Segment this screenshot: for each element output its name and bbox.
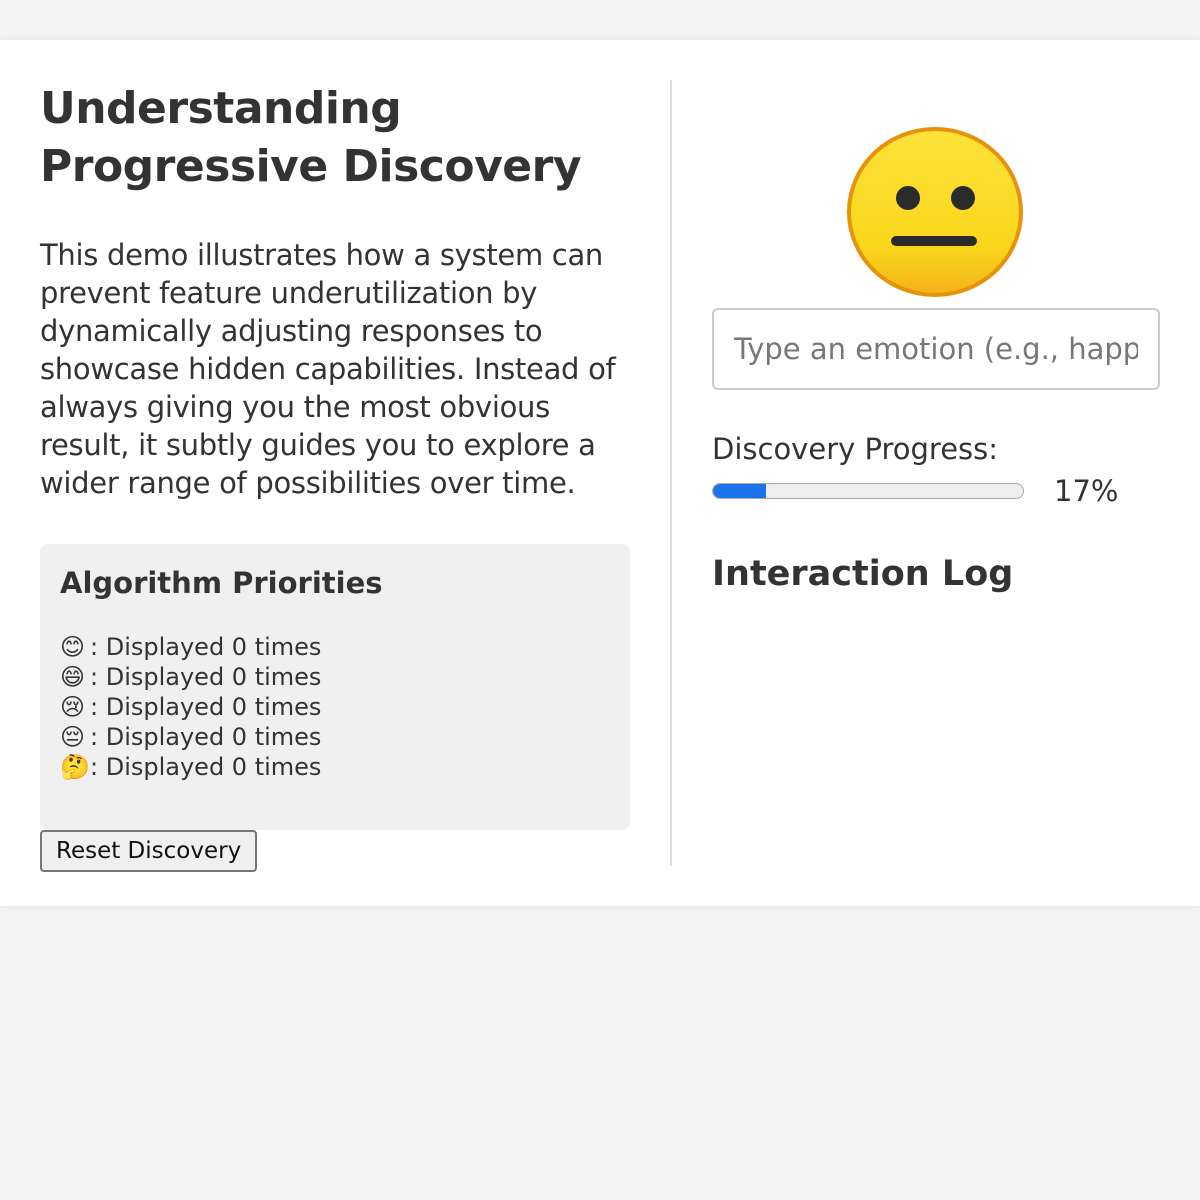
progress-value: 17% <box>1054 474 1119 508</box>
progress-label: Discovery Progress: <box>712 432 999 466</box>
smiling-face-icon: 😊 <box>60 633 86 661</box>
neutral-face-icon <box>847 127 1023 297</box>
algorithm-priorities-panel: Algorithm Priorities 😊: Displayed 0 time… <box>40 544 630 830</box>
reset-discovery-button[interactable]: Reset Discovery <box>40 830 258 872</box>
emotion-input[interactable] <box>712 308 1160 390</box>
priority-item: 😄: Displayed 0 times <box>60 662 610 692</box>
info-column: Understanding Progressive Discovery This… <box>40 80 632 872</box>
progress-bar <box>712 483 1024 499</box>
priority-item: 😔: Displayed 0 times <box>60 722 610 752</box>
grinning-face-icon: 😄 <box>60 663 86 691</box>
column-divider <box>670 80 672 866</box>
progress-row: 17% <box>712 474 1160 514</box>
emoji-display <box>712 80 1160 297</box>
interaction-column: Discovery Progress: 17% Interaction Log <box>712 80 1160 596</box>
priority-count: : Displayed 0 times <box>90 723 322 751</box>
priority-count: : Displayed 0 times <box>90 663 322 691</box>
priority-count: : Displayed 0 times <box>90 753 322 781</box>
priority-item: 😊: Displayed 0 times <box>60 632 610 662</box>
intro-text: This demo illustrates how a system can p… <box>40 238 616 500</box>
priority-count: : Displayed 0 times <box>90 633 322 661</box>
priority-count: : Displayed 0 times <box>90 693 322 721</box>
priorities-heading: Algorithm Priorities <box>60 566 383 600</box>
progress-bar-fill <box>713 484 766 498</box>
priorities-list: 😊: Displayed 0 times 😄: Displayed 0 time… <box>60 632 610 782</box>
main-card: Understanding Progressive Discovery This… <box>0 40 1200 906</box>
pensive-face-icon: 😔 <box>60 723 86 751</box>
page-title: Understanding Progressive Discovery <box>40 83 582 192</box>
thinking-face-icon: 🤔 <box>60 753 90 781</box>
priority-item: 🤔: Displayed 0 times <box>60 752 610 782</box>
interaction-log-title: Interaction Log <box>712 554 1014 594</box>
crying-face-icon: 😢 <box>60 693 86 721</box>
priority-item: 😢: Displayed 0 times <box>60 692 610 722</box>
